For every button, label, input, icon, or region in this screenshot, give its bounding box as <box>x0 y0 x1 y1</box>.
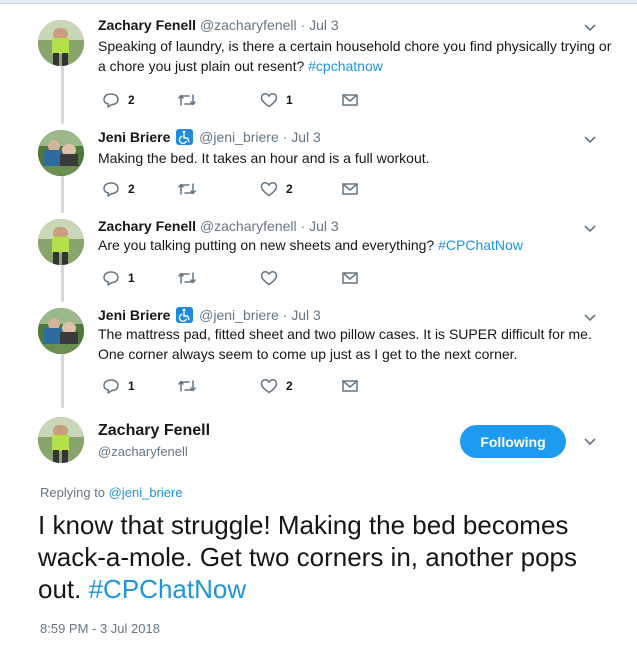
dm-button[interactable] <box>342 376 358 396</box>
wheelchair-icon <box>176 129 194 145</box>
user-handle[interactable]: @zacharyfenell <box>200 17 297 33</box>
reply-icon <box>103 379 119 394</box>
tweet[interactable]: Zachary Fenell @zacharyfenell · Jul 3 Sp… <box>0 16 637 116</box>
tweet-header: Zachary Fenell @zacharyfenell · Jul 3 <box>98 16 339 34</box>
heart-icon <box>260 271 278 286</box>
user-handle[interactable]: @jeni_briere <box>199 129 279 145</box>
tweet-time[interactable]: Jul 3 <box>309 218 339 234</box>
like-count: 1 <box>286 93 293 107</box>
retweet-button[interactable] <box>177 268 197 288</box>
top-nav-strip <box>0 0 637 4</box>
dm-button[interactable] <box>342 268 358 288</box>
reply-count: 2 <box>128 182 135 196</box>
tweet-actions: 1 2 <box>102 376 402 396</box>
avatar[interactable] <box>38 20 84 66</box>
replying-handle-link[interactable]: @jeni_briere <box>109 485 183 500</box>
display-name[interactable]: Zachary Fenell <box>98 218 196 234</box>
reply-icon <box>103 93 119 108</box>
display-name[interactable]: Jeni Briere <box>98 307 170 323</box>
chevron-down-icon[interactable] <box>583 434 597 448</box>
like-count: 2 <box>286 182 293 196</box>
wheelchair-icon <box>176 307 194 323</box>
tweet-text-body: Making the bed. It takes an hour and is … <box>98 150 430 166</box>
tweet-header: Jeni Briere @jeni_briere · Jul 3 <box>98 128 321 146</box>
tweet-header: Jeni Briere @jeni_briere · Jul 3 <box>98 306 321 324</box>
tweet-actions: 2 2 <box>102 179 402 199</box>
reply-count: 2 <box>128 93 135 107</box>
avatar[interactable] <box>38 130 84 176</box>
focused-tweet-text: I know that struggle! Making the bed bec… <box>38 509 618 605</box>
following-button[interactable]: Following <box>460 425 566 458</box>
tweet-actions: 2 1 <box>102 90 402 110</box>
like-button[interactable]: 1 <box>260 90 293 110</box>
reply-button[interactable]: 1 <box>102 268 135 288</box>
hashtag-link[interactable]: #cpchatnow <box>308 58 383 74</box>
dm-button[interactable] <box>342 179 358 199</box>
like-count: 2 <box>286 379 293 393</box>
tweet-text: Are you talking putting on new sheets an… <box>98 235 618 255</box>
chevron-down-icon[interactable] <box>583 310 597 324</box>
reply-button[interactable]: 2 <box>102 90 135 110</box>
display-name[interactable]: Zachary Fenell <box>98 422 210 440</box>
reply-count: 1 <box>128 271 135 285</box>
like-button[interactable]: 2 <box>260 376 293 396</box>
user-handle[interactable]: @zacharyfenell <box>98 444 188 459</box>
heart-icon <box>260 379 278 394</box>
tweet-actions: 1 <box>102 268 402 288</box>
like-button[interactable]: 2 <box>260 179 293 199</box>
user-handle[interactable]: @zacharyfenell <box>200 218 297 234</box>
tweet-time[interactable]: Jul 3 <box>309 17 339 33</box>
reply-button[interactable]: 2 <box>102 179 135 199</box>
tweet-text: Making the bed. It takes an hour and is … <box>98 148 618 168</box>
separator: · <box>300 218 306 234</box>
mail-icon <box>342 183 358 195</box>
hashtag-link[interactable]: #CPChatNow <box>89 574 247 604</box>
avatar[interactable] <box>38 219 84 265</box>
retweet-button[interactable] <box>177 90 197 110</box>
chevron-down-icon[interactable] <box>583 221 597 235</box>
display-name[interactable]: Zachary Fenell <box>98 17 196 33</box>
reply-count: 1 <box>128 379 135 393</box>
dm-button[interactable] <box>342 90 358 110</box>
heart-icon <box>260 93 278 108</box>
separator: · <box>282 129 288 145</box>
tweet[interactable]: Jeni Briere @jeni_briere · Jul 3 Making … <box>0 128 637 208</box>
tweet-text: The mattress pad, fitted sheet and two p… <box>98 324 618 364</box>
user-handle[interactable]: @jeni_briere <box>199 307 279 323</box>
retweet-button[interactable] <box>177 179 197 199</box>
reply-button[interactable]: 1 <box>102 376 135 396</box>
retweet-icon <box>178 272 196 284</box>
tweet-time[interactable]: Jul 3 <box>291 307 321 323</box>
tweet-text-body: Are you talking putting on new sheets an… <box>98 237 439 253</box>
heart-icon <box>260 182 278 197</box>
retweet-button[interactable] <box>177 376 197 396</box>
separator: · <box>282 307 288 323</box>
mail-icon <box>342 94 358 106</box>
tweet-timestamp[interactable]: 8:59 PM - 3 Jul 2018 <box>40 621 160 636</box>
mail-icon <box>342 272 358 284</box>
mail-icon <box>342 380 358 392</box>
tweet-header: Zachary Fenell @zacharyfenell · Jul 3 <box>98 217 339 235</box>
separator: · <box>300 17 306 33</box>
tweet-time[interactable]: Jul 3 <box>291 129 321 145</box>
replying-to: Replying to @jeni_briere <box>40 485 183 500</box>
chevron-down-icon[interactable] <box>583 20 597 34</box>
like-button[interactable] <box>260 268 286 288</box>
avatar[interactable] <box>38 308 84 354</box>
replying-prefix: Replying to <box>40 485 109 500</box>
reply-icon <box>103 271 119 286</box>
tweet[interactable]: Zachary Fenell @zacharyfenell · Jul 3 Ar… <box>0 217 637 297</box>
display-name[interactable]: Jeni Briere <box>98 129 170 145</box>
retweet-icon <box>178 380 196 392</box>
retweet-icon <box>178 183 196 195</box>
chevron-down-icon[interactable] <box>583 132 597 146</box>
reply-icon <box>103 182 119 197</box>
tweet-text: Speaking of laundry, is there a certain … <box>98 36 618 76</box>
avatar[interactable] <box>38 417 84 463</box>
retweet-icon <box>178 94 196 106</box>
tweet[interactable]: Jeni Briere @jeni_briere · Jul 3 The mat… <box>0 306 637 406</box>
hashtag-link[interactable]: #CPChatNow <box>438 237 523 253</box>
tweet-text-body: The mattress pad, fitted sheet and two p… <box>98 326 592 362</box>
